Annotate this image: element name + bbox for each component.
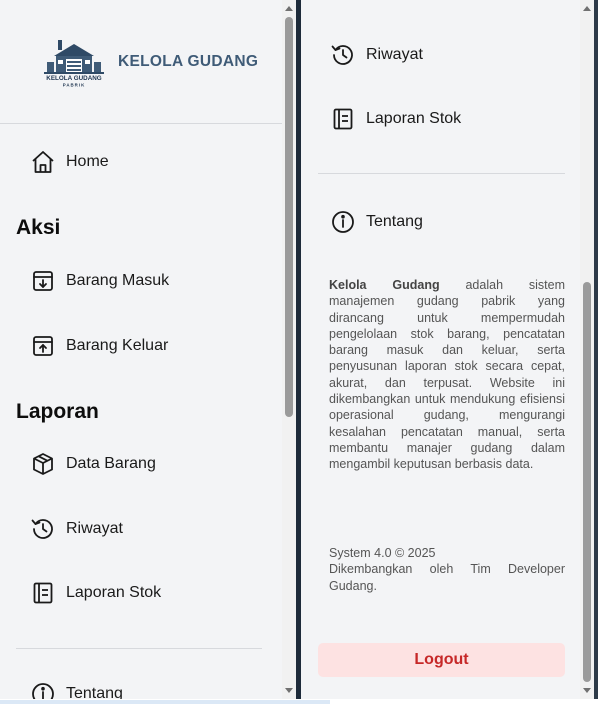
box-arrow-up-icon [30, 333, 56, 359]
warehouse-logo-icon: KELOLA GUDANG PABRIK [44, 36, 104, 88]
nav-item-home[interactable]: Home [30, 149, 109, 175]
nav-label-tentang: Tentang [66, 685, 123, 699]
history-icon [30, 516, 56, 542]
section-title-aksi: Aksi [16, 216, 61, 239]
history-icon [330, 42, 356, 68]
nav-label-barang-keluar: Barang Keluar [66, 337, 169, 354]
nav-divider [16, 648, 262, 649]
report-icon [330, 106, 356, 132]
nav-item-riwayat[interactable]: Riwayat [30, 516, 123, 542]
nav-item-riwayat-2[interactable]: Riwayat [330, 42, 423, 68]
info-icon [30, 681, 56, 699]
nav-label-riwayat-2: Riwayat [366, 46, 423, 63]
box-arrow-down-icon [30, 268, 56, 294]
nav-label-tentang-2: Tentang [366, 213, 423, 230]
scroll-up-icon[interactable] [285, 6, 293, 11]
logout-button[interactable]: Logout [318, 643, 565, 677]
nav-item-tentang-2[interactable]: Tentang [330, 209, 423, 235]
page-bottom-highlight [0, 700, 330, 704]
left-scrollbar[interactable] [282, 0, 296, 699]
report-icon [30, 580, 56, 606]
scroll-down-icon[interactable] [583, 688, 591, 693]
scroll-up-icon[interactable] [583, 6, 591, 11]
cube-icon [30, 451, 56, 477]
nav-item-laporan-stok[interactable]: Laporan Stok [30, 580, 161, 606]
nav-label-home: Home [66, 153, 109, 170]
nav-label-data-barang: Data Barang [66, 455, 156, 472]
left-scrollbar-thumb[interactable] [285, 17, 293, 417]
brand-header: KELOLA GUDANG PABRIK KELOLA GUDANG [0, 0, 282, 123]
right-scrollbar-thumb[interactable] [583, 282, 591, 682]
scroll-down-icon[interactable] [285, 688, 293, 693]
background-app-edge [594, 0, 598, 699]
nav-item-barang-keluar[interactable]: Barang Keluar [30, 333, 168, 359]
nav-item-barang-masuk[interactable]: Barang Masuk [30, 268, 169, 294]
sidebar-left: KELOLA GUDANG PABRIK KELOLA GUDANG Home … [0, 0, 282, 699]
nav-label-laporan-stok-2: Laporan Stok [366, 110, 462, 127]
nav-label-riwayat: Riwayat [66, 520, 123, 537]
nav-label-laporan-stok: Laporan Stok [66, 584, 162, 601]
logo-subtext: PABRIK [63, 83, 86, 88]
about-text: adalah sistem manajemen gudang pabrik ya… [329, 278, 566, 472]
info-icon [330, 209, 356, 235]
right-scrollbar[interactable] [580, 0, 594, 699]
logo-text: KELOLA GUDANG [46, 75, 101, 82]
nav-item-laporan-stok-2[interactable]: Laporan Stok [330, 106, 461, 132]
nav-divider-2 [318, 173, 565, 174]
nav-item-data-barang[interactable]: Data Barang [30, 451, 156, 477]
developer-credit: Dikembangkan oleh Tim Developer Gudang. [329, 562, 565, 593]
section-title-laporan: Laporan [16, 400, 99, 423]
brand-divider [0, 123, 282, 124]
home-icon [30, 149, 56, 175]
system-version: System 4.0 © 2025 [329, 546, 436, 560]
nav-label-barang-masuk: Barang Masuk [66, 272, 170, 289]
brand-name: KELOLA GUDANG [118, 53, 259, 70]
nav-item-tentang[interactable]: Tentang [30, 681, 123, 699]
system-info: System 4.0 © 2025 Dikembangkan oleh Tim … [329, 545, 565, 594]
about-lead: Kelola Gudang [329, 278, 440, 292]
about-description: Kelola Gudang adalah sistem manajemen gu… [329, 277, 565, 473]
